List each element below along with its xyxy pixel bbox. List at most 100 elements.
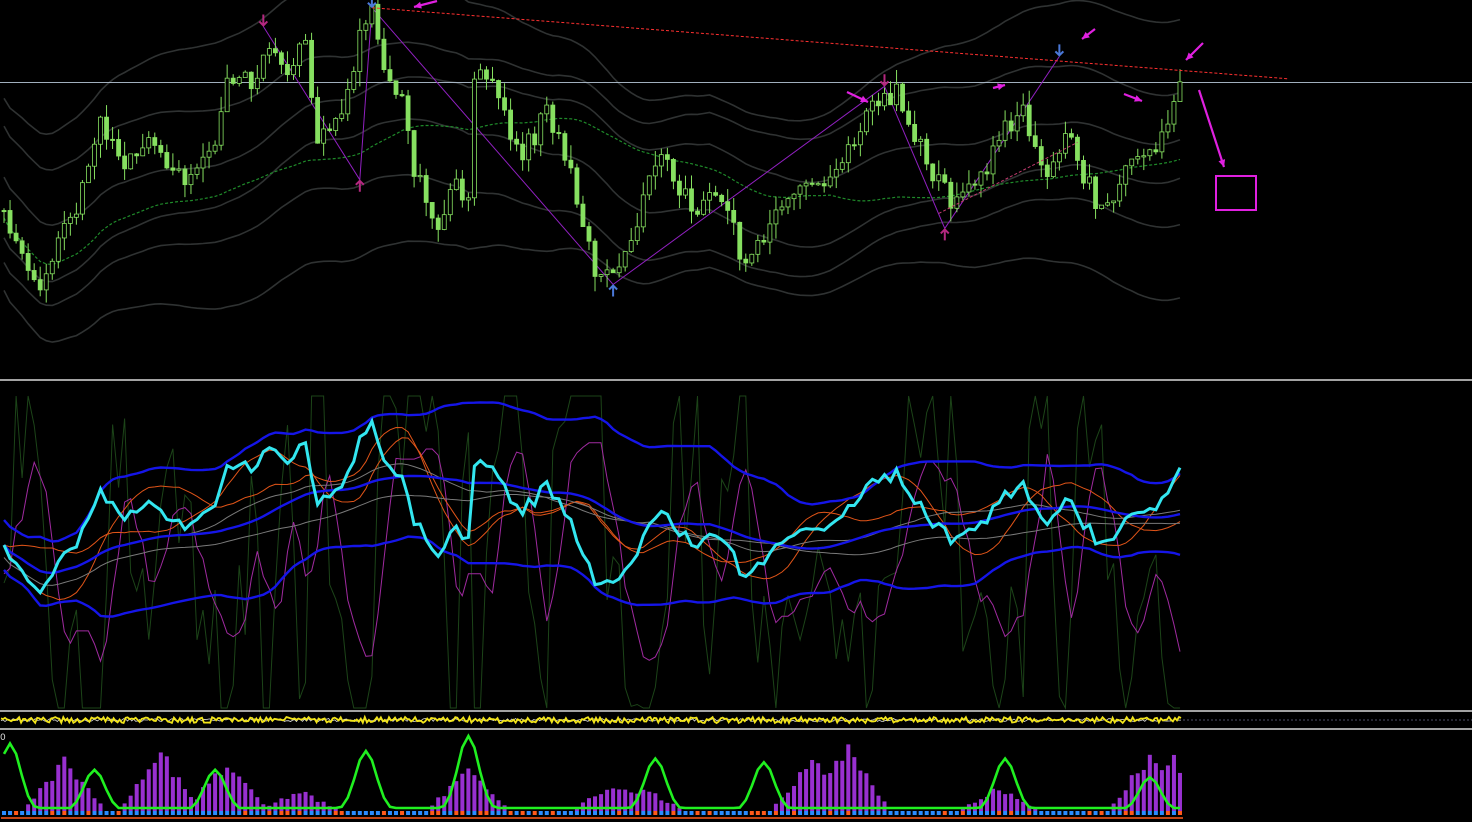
forecast-box[interactable]	[1215, 175, 1257, 211]
histogram-bar	[62, 756, 67, 811]
histogram-bar	[659, 800, 664, 811]
annotation-arrow[interactable]	[1197, 89, 1226, 168]
baseline-marker	[116, 811, 121, 815]
histogram-bar	[991, 788, 996, 811]
baseline-marker	[466, 811, 471, 815]
baseline-marker	[586, 811, 591, 815]
baseline-marker	[412, 811, 417, 815]
baseline-marker	[834, 811, 839, 815]
baseline-marker	[2, 811, 7, 815]
candle-body	[279, 52, 284, 65]
baseline-marker	[876, 811, 881, 815]
candle-body	[1038, 146, 1044, 166]
baseline-marker	[146, 811, 151, 815]
candle-body	[13, 232, 19, 242]
baseline-marker	[677, 811, 682, 815]
candle-body	[1, 210, 7, 213]
baseline-marker	[960, 811, 965, 815]
baseline-marker	[1153, 811, 1158, 815]
baseline-marker	[574, 811, 579, 815]
average-line	[3, 463, 1181, 574]
histogram-bar	[864, 773, 869, 811]
candle-body	[1087, 176, 1092, 184]
candle-body	[520, 143, 526, 161]
candle-body	[381, 38, 387, 71]
candle-body	[417, 175, 423, 178]
candle-body	[882, 92, 887, 107]
candle-body	[1063, 133, 1068, 154]
baseline-marker	[1147, 811, 1152, 815]
baseline-marker	[225, 811, 230, 815]
histogram-bar	[496, 800, 501, 811]
candle-body	[683, 188, 688, 196]
baseline-marker	[852, 811, 857, 815]
baseline-marker	[104, 811, 109, 815]
baseline-marker	[394, 811, 399, 815]
candle-body	[472, 78, 477, 199]
strip-indicator-panel[interactable]	[0, 714, 1472, 726]
histogram-bar	[454, 781, 459, 811]
baseline-marker	[128, 811, 133, 815]
baseline-marker	[74, 811, 79, 815]
oscillator-panel[interactable]	[2, 395, 1182, 710]
candle-body	[664, 154, 670, 160]
histogram-bar	[213, 773, 218, 811]
baseline-marker	[472, 811, 477, 815]
candle-body	[725, 201, 731, 211]
candle-body	[134, 153, 140, 157]
histogram-bar	[478, 780, 483, 811]
candle-body	[218, 111, 224, 146]
candle-body	[628, 240, 634, 252]
baseline-marker	[1003, 811, 1008, 815]
signal-line	[3, 442, 1181, 663]
histogram-bar	[466, 768, 471, 811]
candle-body	[767, 223, 773, 243]
candle-body	[176, 168, 182, 171]
candle-body	[857, 131, 863, 146]
candle-body	[423, 175, 429, 203]
baseline-marker	[38, 811, 43, 815]
candle-body	[948, 181, 954, 209]
trendline[interactable]	[371, 7, 1289, 80]
baseline-marker	[1087, 811, 1092, 815]
baseline-marker	[719, 811, 724, 815]
envelope-band	[3, 240, 1181, 343]
candle-body	[98, 116, 103, 145]
candle-body	[658, 154, 664, 167]
price-panel[interactable]	[0, 0, 1472, 343]
baseline-marker	[1165, 811, 1170, 815]
histogram-panel[interactable]	[1, 733, 1183, 819]
candle-body	[357, 29, 363, 72]
histogram-bar	[882, 801, 887, 811]
candle-body	[1002, 120, 1008, 141]
baseline-marker	[966, 811, 971, 815]
baseline-marker	[1051, 811, 1056, 815]
candle-body	[821, 183, 827, 187]
candle-body	[1105, 202, 1111, 206]
baseline-marker	[333, 811, 338, 815]
baseline-marker	[822, 811, 827, 815]
histogram-bar	[472, 775, 477, 811]
baseline-marker	[273, 811, 278, 815]
baseline-marker	[351, 811, 356, 815]
baseline-marker	[514, 811, 519, 815]
baseline-marker	[134, 811, 139, 815]
baseline-marker	[1045, 811, 1050, 815]
baseline-marker	[948, 811, 953, 815]
candle-body	[574, 167, 580, 205]
baseline-marker	[997, 811, 1002, 815]
candle-body	[339, 113, 345, 119]
baseline-marker	[906, 811, 911, 815]
candle-body	[387, 69, 393, 82]
baseline-marker	[556, 811, 561, 815]
candle-body	[92, 143, 97, 167]
histogram-bar	[641, 789, 646, 811]
baseline-marker	[713, 811, 718, 815]
baseline-marker	[779, 811, 784, 815]
baseline-marker	[496, 811, 501, 815]
candle-body	[49, 260, 55, 275]
candle-body	[839, 162, 845, 170]
baseline-marker	[436, 811, 441, 815]
trading-chart[interactable]	[0, 0, 1472, 822]
candle-body	[719, 194, 725, 203]
